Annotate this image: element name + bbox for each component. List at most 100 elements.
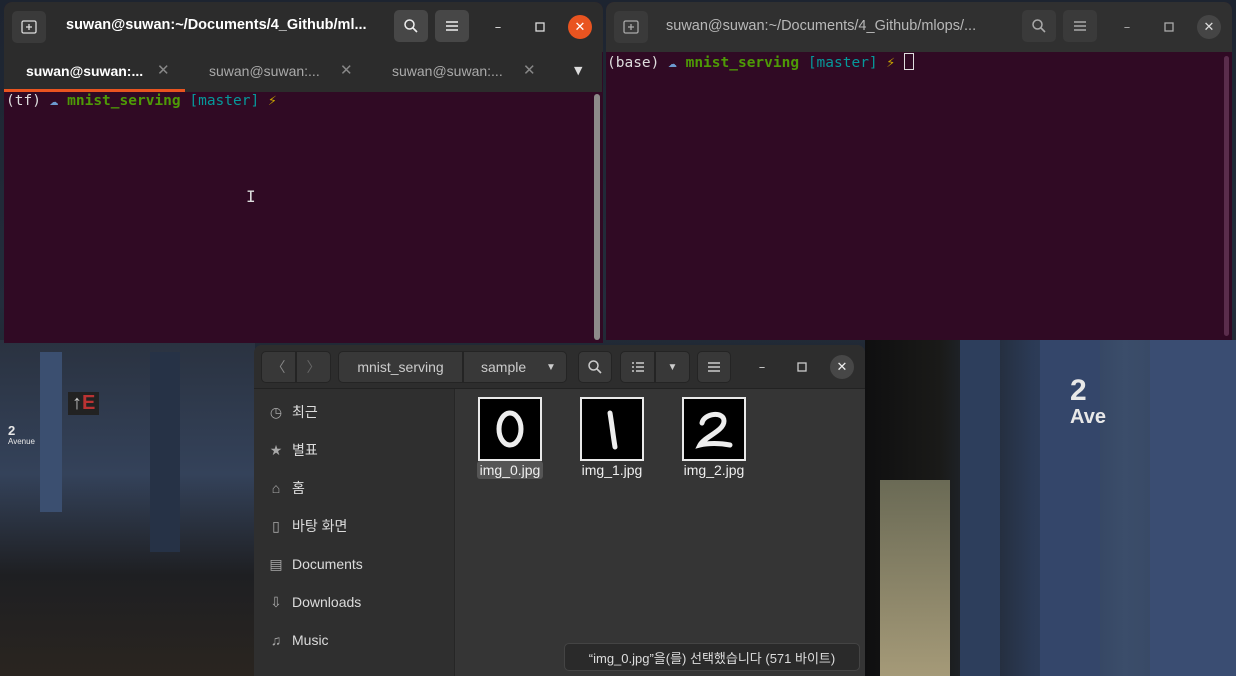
file-name: img_0.jpg (472, 461, 548, 479)
sidebar-item-label: 최근 (292, 404, 318, 420)
sidebar-item-label: 별표 (292, 442, 318, 458)
station-sign-text: Ave (1070, 406, 1106, 428)
sidebar-item-documents[interactable]: ▤ Documents (254, 547, 455, 581)
close-icon[interactable]: ✕ (568, 15, 592, 39)
image-thumbnail (580, 397, 644, 461)
file-view[interactable]: img_0.jpg img_1.jpg img_2.jpg (456, 389, 865, 676)
sidebar-item-label: Music (292, 632, 329, 648)
sidebar-item-label: 바탕 화면 (292, 518, 348, 534)
search-icon[interactable] (1022, 10, 1056, 42)
sidebar-item-music[interactable]: ♫ Music (254, 623, 455, 657)
sidebar-item-label: Documents (292, 556, 363, 572)
wallpaper-pillar (1150, 340, 1236, 676)
prompt-git-branch: [master] (807, 55, 878, 71)
station-sign-text: Avenue (8, 437, 35, 446)
terminal-window-left[interactable]: suwan@suwan:~/Documents/4_Github/ml... –… (4, 2, 603, 343)
path-segment-mnist-serving[interactable]: mnist_serving (338, 351, 463, 383)
window-title: suwan@suwan:~/Documents/4_Github/ml... (66, 17, 367, 33)
maximize-icon[interactable] (528, 15, 552, 39)
sidebar-item-starred[interactable]: ★ 별표 (254, 433, 455, 467)
maximize-icon[interactable] (1157, 15, 1181, 39)
active-tab-indicator (4, 89, 185, 92)
clock-icon: ◷ (269, 403, 283, 420)
places-sidebar: ◷ 최근 ★ 별표 ⌂ 홈 ▯ 바탕 화면 ▤ Documents ⇩ Down… (254, 389, 455, 676)
wallpaper-pillar (150, 352, 180, 552)
tab-terminal-3[interactable]: suwan@suwan:... ✕ (370, 52, 553, 92)
terminal-cursor (903, 53, 914, 70)
status-overlay: “img_0.jpg”을(를) 선택했습니다 (571 바이트) (564, 643, 860, 671)
hamburger-menu-icon[interactable] (435, 10, 469, 42)
station-sign-number: 2 (8, 423, 16, 438)
wallpaper-platform (880, 480, 950, 676)
cloud-icon: ☁ (668, 55, 677, 71)
close-icon[interactable]: ✕ (830, 355, 854, 379)
terminal-scrollbar[interactable] (594, 94, 600, 340)
tab-close-icon[interactable]: ✕ (157, 61, 170, 79)
file-item-img-0[interactable]: img_0.jpg (472, 389, 548, 479)
tab-label: suwan@suwan:... (26, 63, 144, 79)
terminal-window-right[interactable]: suwan@suwan:~/Documents/4_Github/mlops/.… (606, 2, 1232, 340)
desktop-icon: ▯ (272, 517, 280, 534)
station-sign-right: 2 Ave (1070, 374, 1106, 430)
star-icon: ★ (269, 441, 283, 458)
wallpaper-pillar (40, 352, 62, 512)
terminal-titlebar[interactable]: suwan@suwan:~/Documents/4_Github/mlops/.… (606, 2, 1232, 52)
minimize-icon[interactable]: – (750, 355, 774, 379)
back-button[interactable]: 〈 (261, 351, 296, 383)
sidebar-item-label: 홈 (292, 480, 305, 496)
path-segment-sample[interactable]: sample ▼ (463, 351, 567, 383)
tab-close-icon[interactable]: ✕ (523, 61, 536, 79)
file-item-img-1[interactable]: img_1.jpg (574, 389, 650, 478)
minimize-icon[interactable]: – (486, 15, 510, 39)
terminal-prompt: (base) ☁ mnist_serving [master] ⚡ (607, 53, 914, 71)
search-icon[interactable] (578, 351, 612, 383)
new-tab-icon[interactable] (614, 11, 648, 43)
minimize-icon[interactable]: – (1115, 15, 1139, 39)
sidebar-item-desktop[interactable]: ▯ 바탕 화면 (254, 509, 455, 543)
hamburger-menu-icon[interactable] (697, 351, 731, 383)
image-thumbnail (478, 397, 542, 461)
bolt-icon: ⚡ (886, 55, 896, 71)
sidebar-item-downloads[interactable]: ⇩ Downloads (254, 585, 455, 619)
home-icon: ⌂ (271, 480, 281, 496)
window-title: suwan@suwan:~/Documents/4_Github/mlops/.… (666, 18, 977, 34)
terminal-titlebar[interactable]: suwan@suwan:~/Documents/4_Github/ml... –… (4, 2, 603, 52)
tab-close-icon[interactable]: ✕ (340, 61, 353, 79)
forward-button[interactable]: 〉 (296, 351, 331, 383)
station-sign-number: 2 (1070, 374, 1087, 407)
tab-label: suwan@suwan:... (392, 63, 503, 79)
document-icon: ▤ (269, 555, 283, 572)
tab-terminal-1[interactable]: suwan@suwan:... ✕ (4, 52, 187, 92)
prompt-env: (base) (607, 55, 660, 71)
terminal-scrollbar[interactable] (1224, 56, 1229, 336)
prompt-directory: mnist_serving (685, 55, 800, 71)
bolt-icon: ⚡ (267, 93, 277, 109)
sidebar-item-home[interactable]: ⌂ 홈 (254, 471, 455, 505)
tab-terminal-2[interactable]: suwan@suwan:... ✕ (187, 52, 370, 92)
wallpaper-left-section (0, 340, 255, 676)
list-view-icon[interactable] (620, 351, 655, 383)
wallpaper-pillar (960, 340, 1000, 676)
maximize-icon[interactable] (790, 355, 814, 379)
prompt-directory: mnist_serving (67, 93, 181, 109)
music-icon: ♫ (270, 632, 282, 648)
sidebar-item-label: Downloads (292, 594, 362, 610)
terminal-tab-bar: suwan@suwan:... ✕ suwan@suwan:... ✕ suwa… (4, 52, 602, 92)
file-name: img_2.jpg (683, 462, 745, 478)
close-icon[interactable]: ✕ (1197, 15, 1221, 39)
hamburger-menu-icon[interactable] (1063, 10, 1097, 42)
file-manager-window[interactable]: 〈 〉 mnist_serving sample ▼ ▼ – ✕ ◷ 최근 ★ 별… (254, 345, 865, 676)
terminal-prompt: (tf) ☁ mnist_serving [master] ⚡ (6, 93, 277, 109)
file-item-img-2[interactable]: img_2.jpg (676, 389, 752, 478)
search-icon[interactable] (394, 10, 428, 42)
text-cursor-icon: I (246, 187, 256, 206)
view-options-chevron-down-icon[interactable]: ▼ (655, 351, 690, 383)
file-manager-headerbar[interactable]: 〈 〉 mnist_serving sample ▼ ▼ – ✕ (254, 345, 865, 389)
file-name-label: img_0.jpg (476, 461, 544, 479)
exit-sign: ↑E (68, 392, 100, 415)
chevron-down-icon[interactable]: ▼ (546, 362, 556, 373)
sidebar-item-recent[interactable]: ◷ 최근 (254, 395, 455, 429)
path-segment-label: sample (481, 359, 527, 375)
new-tab-icon[interactable] (12, 11, 46, 43)
tab-list-dropdown-icon[interactable]: ▼ (574, 64, 582, 77)
